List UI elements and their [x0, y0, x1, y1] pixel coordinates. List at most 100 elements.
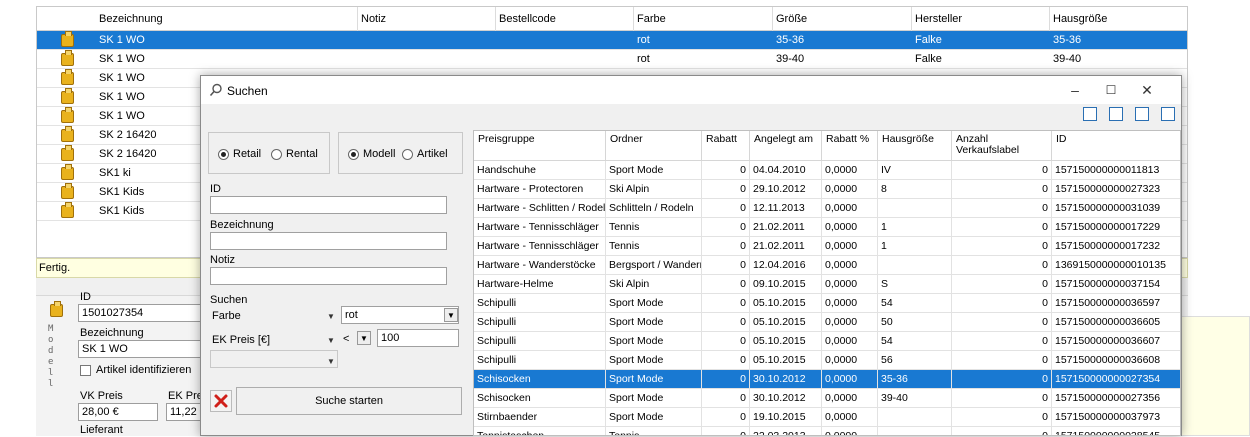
col-farbe[interactable]: Farbe	[637, 13, 666, 25]
col-header[interactable]: Angelegt am	[750, 131, 822, 161]
table-cell: Hartware - Wanderstöcke	[474, 256, 606, 275]
chevron-down-icon[interactable]: ▼	[327, 357, 335, 366]
operator-select[interactable]: <	[343, 333, 349, 345]
chevron-down-icon[interactable]: ▼	[327, 312, 335, 321]
package-icon	[61, 145, 74, 161]
artikel-identifizieren-checkbox[interactable]	[80, 365, 91, 376]
col-groesse[interactable]: Größe	[776, 13, 807, 25]
cell-farbe: rot	[637, 53, 650, 65]
table-cell: Tennis	[606, 218, 702, 237]
table-cell	[878, 199, 952, 218]
table-row[interactable]: Hartware - Wanderstöcke Bergsport / Wande…	[474, 256, 1180, 275]
table-row[interactable]: Hartware - Tennisschläger Tennis 0 21.02.20…	[474, 237, 1180, 256]
table-cell: 21.02.2011	[750, 237, 822, 256]
table-cell: 29.10.2012	[750, 180, 822, 199]
table-row[interactable]: Schipulli Sport Mode 0 05.10.2015 0,0000 50 0 1…	[474, 313, 1180, 332]
table-cell: 0	[702, 294, 750, 313]
bezeichnung-search-input[interactable]	[210, 232, 447, 250]
artikel-radio[interactable]	[402, 149, 413, 160]
dock-top-icon[interactable]	[1109, 107, 1123, 121]
modell-artikel-group: Modell Artikel	[338, 132, 463, 174]
col-hersteller[interactable]: Hersteller	[915, 13, 962, 25]
table-cell: 1	[878, 237, 952, 256]
table-cell: 0,0000	[822, 161, 878, 180]
clear-button[interactable]	[210, 390, 232, 412]
vertical-tab-label[interactable]: Modell	[48, 324, 53, 390]
dock-left-icon[interactable]	[1083, 107, 1097, 121]
table-cell: 0	[952, 370, 1052, 389]
chevron-down-icon[interactable]: ▼	[444, 308, 458, 322]
dialog-titlebar[interactable]: Suchen – ☐ ✕	[201, 76, 1181, 104]
table-cell: 0	[702, 389, 750, 408]
table-row[interactable]: Schipulli Sport Mode 0 05.10.2015 0,0000 56 0 1…	[474, 351, 1180, 370]
field2-select[interactable]: EK Preis [€]	[212, 334, 270, 346]
table-row[interactable]: Hartware-Helme Ski Alpin 0 09.10.2015 0,0000…	[474, 275, 1180, 294]
table-cell: 0	[952, 218, 1052, 237]
table-cell: 0	[702, 370, 750, 389]
modell-radio[interactable]	[348, 149, 359, 160]
table-cell: Sport Mode	[606, 370, 702, 389]
layout-split-icon[interactable]	[1135, 107, 1149, 121]
col-header[interactable]: Preisgruppe	[474, 131, 606, 161]
table-cell: 1	[878, 218, 952, 237]
search-dialog[interactable]: Suchen – ☐ ✕ Retail Rental Modell Artike…	[200, 75, 1182, 436]
table-cell: 0,0000	[822, 427, 878, 435]
package-icon	[61, 31, 74, 47]
col-header[interactable]: Anzahl Verkaufslabel	[952, 131, 1052, 161]
search-start-button[interactable]: Suche starten	[236, 387, 462, 415]
table-row[interactable]: Tennistaschen Tennis 0 22.03.2013 0,0000 0 157…	[474, 427, 1180, 435]
table-row[interactable]: Hartware - Tennisschläger Tennis 0 21.02.20…	[474, 218, 1180, 237]
package-icon	[61, 69, 74, 85]
table-cell: 157150000000036597	[1052, 294, 1180, 313]
maximize-button[interactable]: ☐	[1099, 80, 1123, 100]
col-header[interactable]: ID	[1052, 131, 1180, 161]
minimize-button[interactable]: –	[1063, 80, 1087, 100]
field3-select[interactable]	[210, 350, 338, 368]
table-row[interactable]: Hartware - Protectoren Ski Alpin 0 29.10.20…	[474, 180, 1180, 199]
table-row[interactable]: Schipulli Sport Mode 0 05.10.2015 0,0000 54 0 1…	[474, 294, 1180, 313]
col-header[interactable]: Hausgröße	[878, 131, 952, 161]
modell-label: Modell	[363, 148, 396, 160]
table-cell: 0	[702, 332, 750, 351]
table-row[interactable]: Handschuhe Sport Mode 0 04.04.2010 0,0000 IV 0…	[474, 161, 1180, 180]
status-text: Fertig.	[39, 262, 71, 274]
table-cell: 35-36	[878, 370, 952, 389]
retail-radio[interactable]	[218, 149, 229, 160]
table-row[interactable]: SK 1 WO rot 39-40 Falke 39-40	[37, 50, 1187, 69]
article-grid-header: Bezeichnung Notiz Bestellcode Farbe Größ…	[37, 7, 1187, 31]
col-header[interactable]: Rabatt	[702, 131, 750, 161]
col-hausgroesse[interactable]: Hausgröße	[1053, 13, 1107, 25]
id-search-input[interactable]	[210, 196, 447, 214]
vk-preis-field[interactable]: 28,00 €	[78, 403, 158, 421]
close-button[interactable]: ✕	[1135, 80, 1159, 100]
col-bestellcode[interactable]: Bestellcode	[499, 13, 556, 25]
table-cell: 09.10.2015	[750, 275, 822, 294]
table-row[interactable]: Schisocken Sport Mode 0 30.10.2012 0,0000 35-…	[474, 370, 1180, 389]
table-row[interactable]: Hartware - Schlitten / Rodel Schlitteln /…	[474, 199, 1180, 218]
table-row[interactable]: Schisocken Sport Mode 0 30.10.2012 0,0000 39-…	[474, 389, 1180, 408]
id-field[interactable]: 1501027354	[78, 304, 208, 322]
package-icon	[61, 164, 74, 180]
table-row[interactable]: Stirnbaender Sport Mode 0 19.10.2015 0,0000 0…	[474, 408, 1180, 427]
table-cell: 0	[952, 313, 1052, 332]
search-icon	[209, 83, 222, 97]
table-cell: Schipulli	[474, 332, 606, 351]
table-cell: 0,0000	[822, 180, 878, 199]
notiz-search-input[interactable]	[210, 267, 447, 285]
search-results-grid[interactable]: Preisgruppe Ordner Rabatt Angelegt am Rabatt…	[473, 130, 1181, 436]
value2-input[interactable]: 100	[377, 329, 459, 347]
table-cell: 157150000000037973	[1052, 408, 1180, 427]
table-row[interactable]: Schipulli Sport Mode 0 05.10.2015 0,0000 54 0 1…	[474, 332, 1180, 351]
value1-select[interactable]: rot	[341, 306, 459, 324]
table-row[interactable]: SK 1 WO rot 35-36 Falke 35-36	[37, 31, 1187, 50]
col-bezeichnung[interactable]: Bezeichnung	[99, 13, 163, 25]
col-header[interactable]: Rabatt %	[822, 131, 878, 161]
chevron-down-icon[interactable]: ▼	[357, 331, 371, 345]
field1-select[interactable]: Farbe	[212, 310, 241, 322]
expand-icon[interactable]	[1161, 107, 1175, 121]
rental-radio[interactable]	[271, 149, 282, 160]
col-header[interactable]: Ordner	[606, 131, 702, 161]
col-notiz[interactable]: Notiz	[361, 13, 386, 25]
chevron-down-icon[interactable]: ▼	[327, 336, 335, 345]
bezeichnung-field[interactable]: SK 1 WO	[78, 340, 208, 358]
